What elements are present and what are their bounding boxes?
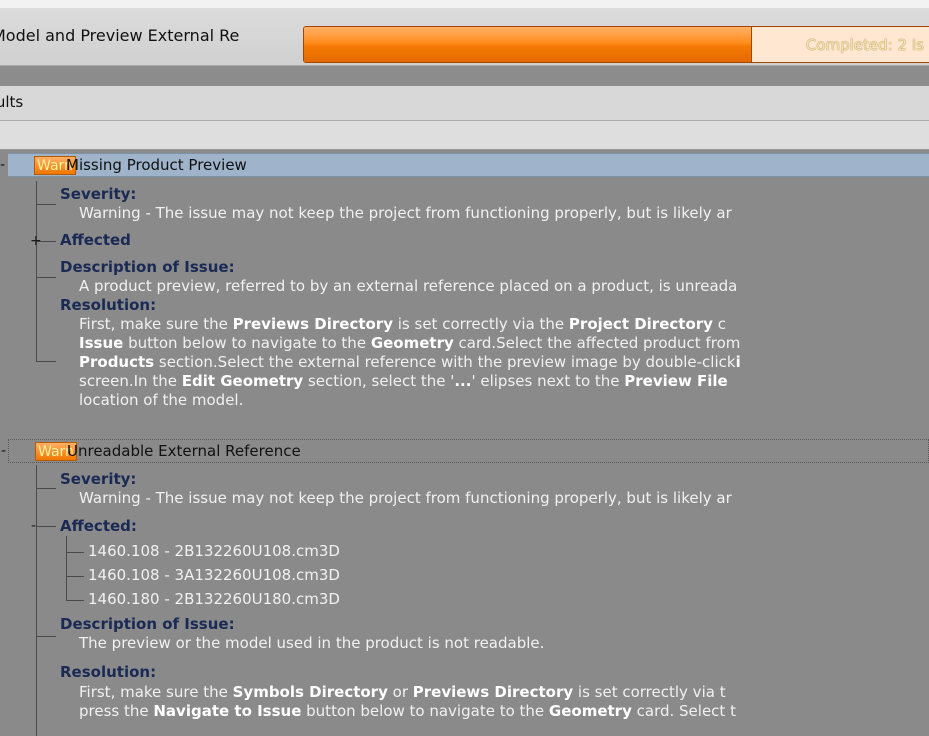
tree-line (66, 600, 84, 601)
severity-text: Warning - The issue may not keep the pro… (79, 489, 732, 507)
tree-line (66, 552, 84, 553)
resolution-line-3: Products section.Select the external ref… (79, 353, 741, 371)
severity-text: Warning - The issue may not keep the pro… (79, 204, 732, 222)
tree-line (36, 488, 56, 489)
affected-label[interactable]: Affected: (60, 517, 137, 536)
progress-bar: Completed: 2 Is (303, 26, 929, 63)
issues-window: Model and Preview External Re Completed:… (0, 0, 929, 736)
affected-item[interactable]: 1460.108 - 3A132260U108.cm3D (88, 566, 340, 585)
resolution-line-2: Issue button below to navigate to the Ge… (79, 334, 741, 352)
minus-icon[interactable]: - (31, 519, 36, 533)
severity-label: Severity: (60, 470, 137, 488)
resolution-label: Resolution: (60, 663, 157, 681)
resolution-label: Resolution: (60, 296, 157, 314)
plus-icon[interactable]: + (30, 234, 42, 248)
issue-row-unreadable-external-reference[interactable]: - Warn Unreadable External Reference (1, 439, 929, 463)
resolution-line-2: press the Navigate to Issue button below… (79, 702, 736, 720)
issue-row-missing-product-preview[interactable]: - Warn Missing Product Preview (0, 153, 929, 177)
severity-label: Severity: (60, 185, 137, 203)
description-label: Description of Issue: (60, 615, 235, 633)
tree-line (66, 576, 84, 577)
resolution-line-4: screen.In the Edit Geometry section, sel… (79, 372, 728, 390)
issue-title: Missing Product Preview (66, 156, 247, 174)
description-text: A product preview, referred to by an ext… (79, 277, 738, 295)
issue-title: Unreadable External Reference (67, 442, 301, 460)
progress-fill (304, 27, 752, 62)
results-toolbar (0, 121, 929, 150)
tree-line (36, 465, 37, 736)
title-bar: Model and Preview External Re Completed:… (0, 8, 929, 66)
tree-line (66, 536, 67, 600)
results-header: sults (0, 86, 929, 121)
resolution-line-1: First, make sure the Previews Directory … (79, 315, 726, 333)
issues-tree: - Warn Missing Product Preview Severity:… (0, 150, 929, 736)
tree-line (36, 277, 56, 278)
window-title: Model and Preview External Re (0, 26, 240, 45)
affected-item[interactable]: 1460.180 - 2B132260U180.cm3D (88, 590, 340, 609)
top-strip (0, 0, 929, 8)
affected-item[interactable]: 1460.108 - 2B132260U108.cm3D (88, 542, 340, 561)
progress-status-text: Completed: 2 Is (805, 36, 924, 54)
tree-line (36, 636, 56, 637)
tree-line (36, 204, 56, 205)
separator-strip (0, 66, 929, 86)
tree-line (36, 181, 37, 362)
tree-line (36, 526, 56, 527)
results-label: sults (0, 93, 24, 111)
affected-label[interactable]: Affected (60, 231, 131, 250)
description-label: Description of Issue: (60, 258, 235, 276)
description-text: The preview or the model used in the pro… (79, 634, 545, 652)
resolution-line-1: First, make sure the Symbols Directory o… (79, 683, 726, 701)
collapse-icon[interactable]: - (1, 444, 6, 458)
tree-line (36, 361, 56, 362)
resolution-line-5: location of the model. (79, 391, 244, 409)
collapse-icon[interactable]: - (0, 158, 5, 172)
